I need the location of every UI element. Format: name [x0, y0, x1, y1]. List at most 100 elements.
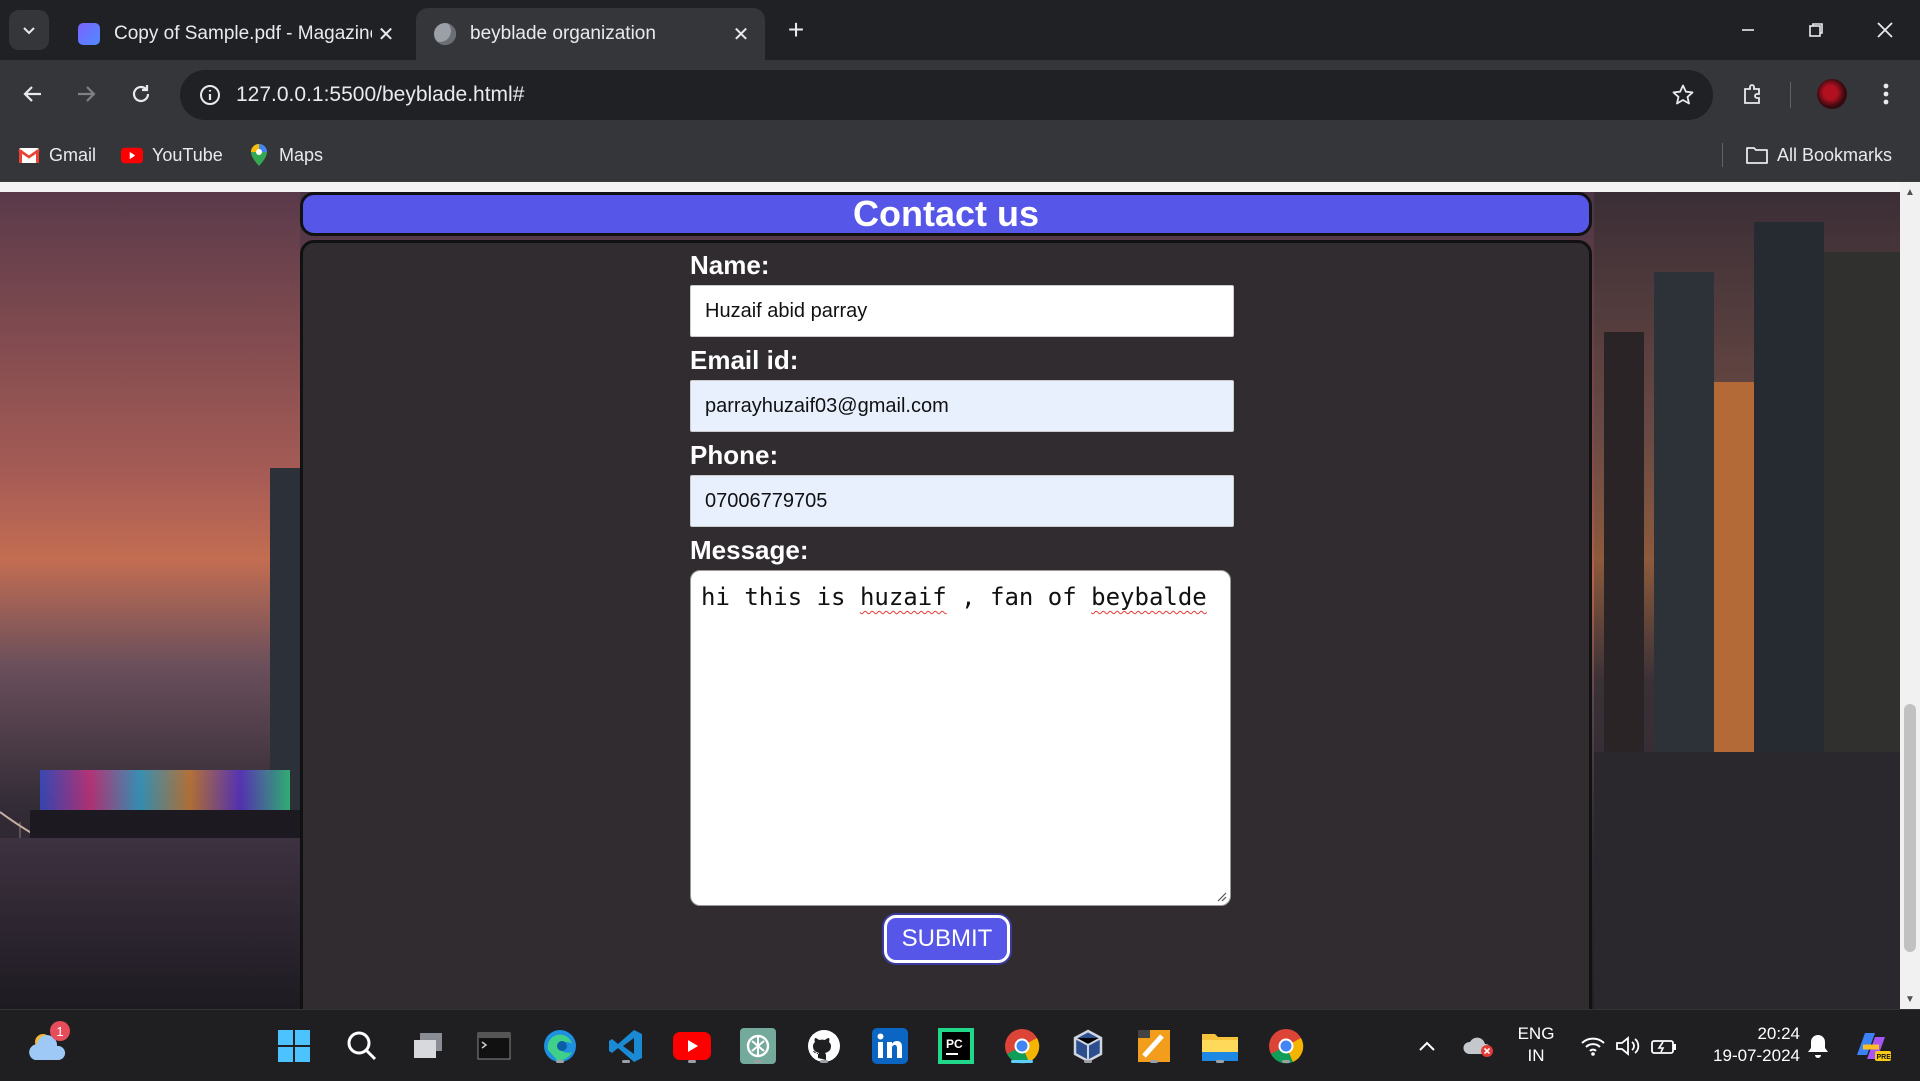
bookmark-star-icon[interactable]	[1667, 79, 1699, 111]
youtube-app[interactable]	[671, 1025, 713, 1067]
bookmarks-divider	[1722, 143, 1723, 167]
profile-avatar[interactable]	[1812, 74, 1852, 114]
file-explorer-icon	[1202, 1034, 1238, 1061]
copilot-button[interactable]: PRE	[1851, 1025, 1893, 1067]
message-text: hi this is	[701, 583, 860, 611]
chatgpt-app[interactable]	[737, 1025, 779, 1067]
vscode-app[interactable]	[605, 1025, 647, 1067]
app-launcher[interactable]	[1133, 1025, 1175, 1067]
bookmark-label: Gmail	[49, 144, 97, 165]
restore-icon	[1809, 23, 1823, 37]
submit-button[interactable]: SUBMIT	[884, 915, 1010, 963]
all-bookmarks-label: All Bookmarks	[1777, 144, 1893, 165]
restore-button[interactable]	[1786, 8, 1846, 52]
bookmark-youtube[interactable]: YouTube	[121, 141, 223, 169]
bookmark-maps[interactable]: Maps	[248, 141, 323, 169]
chevron-down-icon	[23, 27, 35, 35]
quick-settings-button[interactable]	[1574, 1025, 1684, 1067]
phone-input[interactable]	[690, 475, 1234, 527]
edge-app[interactable]	[539, 1025, 581, 1067]
bookmark-gmail[interactable]: Gmail	[18, 141, 96, 169]
windows-taskbar: 1 PC ENG IN 20:24 19-07-2024 PRE	[0, 1009, 1920, 1081]
edge-icon	[544, 1030, 576, 1062]
message-text: , fan of	[946, 583, 1092, 611]
back-button[interactable]	[13, 74, 53, 114]
running-indicator	[556, 1060, 564, 1063]
terminal-icon	[477, 1032, 511, 1060]
puzzle-icon	[1744, 84, 1760, 104]
clock[interactable]: 20:24 19-07-2024	[1696, 1023, 1800, 1067]
language-indicator[interactable]: ENG IN	[1510, 1023, 1562, 1067]
url-text[interactable]: 127.0.0.1:5500/beyblade.html#	[236, 83, 524, 107]
scroll-up-icon[interactable]: ▲	[1904, 186, 1916, 198]
notifications-button[interactable]	[1800, 1025, 1836, 1067]
youtube-icon	[673, 1032, 711, 1060]
bookmark-label: Maps	[279, 144, 324, 165]
chatgpt-icon	[740, 1028, 776, 1064]
boat-hull	[30, 810, 300, 838]
running-indicator	[754, 1060, 762, 1063]
email-label: Email id:	[690, 345, 799, 375]
github-icon	[808, 1030, 840, 1062]
github-app[interactable]	[803, 1025, 845, 1067]
onedrive-tray[interactable]	[1459, 1025, 1499, 1067]
extensions-button[interactable]	[1733, 74, 1773, 114]
show-hidden-icons-button[interactable]	[1409, 1025, 1445, 1067]
close-window-button[interactable]	[1855, 8, 1915, 52]
svg-text:PC: PC	[946, 1037, 963, 1051]
start-button[interactable]	[273, 1025, 315, 1067]
message-textarea[interactable]: hi this is huzaif , fan of beybalde	[690, 570, 1231, 906]
wifi-icon	[1581, 1037, 1605, 1056]
virtualbox-icon	[1073, 1029, 1103, 1063]
language-code: ENG	[1517, 1024, 1555, 1043]
chrome-app-active[interactable]	[1001, 1025, 1043, 1067]
reload-button[interactable]	[121, 74, 161, 114]
virtualbox-app[interactable]	[1067, 1025, 1109, 1067]
all-bookmarks-button[interactable]: All Bookmarks	[1746, 141, 1892, 169]
scroll-down-icon[interactable]: ▼	[1904, 993, 1916, 1005]
pycharm-app[interactable]: PC	[935, 1025, 977, 1067]
folder-icon	[1746, 144, 1768, 166]
weather-widget[interactable]: 1	[26, 1021, 70, 1067]
lit-boat	[40, 770, 290, 810]
language-region: IN	[1527, 1046, 1545, 1065]
terminal-app[interactable]	[473, 1025, 515, 1067]
tab-title: Copy of Sample.pdf - Magazine	[114, 23, 372, 44]
cloud-error-icon	[1463, 1037, 1493, 1057]
chrome-app[interactable]	[1265, 1025, 1307, 1067]
task-view-button[interactable]	[407, 1025, 449, 1067]
close-tab-icon[interactable]: ✕	[727, 20, 755, 48]
minimize-button[interactable]	[1718, 8, 1778, 52]
linkedin-app[interactable]	[869, 1025, 911, 1067]
address-bar[interactable]: 127.0.0.1:5500/beyblade.html#	[180, 70, 1713, 120]
file-explorer-app[interactable]	[1199, 1025, 1241, 1067]
new-tab-button[interactable]: +	[780, 14, 812, 46]
avatar	[1817, 79, 1847, 109]
taskbar-search[interactable]	[341, 1025, 383, 1067]
battery-charging-icon	[1651, 1040, 1676, 1054]
page-scrollbar[interactable]: ▲ ▼	[1900, 182, 1920, 1009]
chevron-up-icon	[1419, 1041, 1435, 1051]
email-input[interactable]	[690, 380, 1234, 432]
app-icon	[1138, 1030, 1170, 1062]
phone-label: Phone:	[690, 440, 779, 470]
scrollbar-thumb[interactable]	[1904, 704, 1916, 952]
globe-icon	[434, 23, 456, 45]
vscode-icon	[609, 1030, 642, 1062]
tab-search-button[interactable]	[9, 10, 49, 50]
contact-header: Contact us	[300, 192, 1592, 236]
tab-sample-pdf[interactable]: Copy of Sample.pdf - Magazine ✕	[60, 8, 410, 60]
site-info-icon[interactable]	[194, 79, 226, 111]
browser-menu-button[interactable]	[1866, 74, 1906, 114]
youtube-icon	[121, 144, 143, 166]
name-label: Name:	[690, 250, 770, 280]
misspelled-word: beybalde	[1091, 583, 1207, 611]
resize-handle-icon[interactable]	[1215, 890, 1227, 902]
tab-beyblade[interactable]: beyblade organization ✕	[416, 8, 765, 60]
water	[0, 838, 300, 1009]
pdf-doc-icon	[78, 23, 100, 45]
name-input[interactable]	[690, 285, 1234, 337]
forward-button[interactable]	[66, 74, 106, 114]
running-indicator	[1084, 1060, 1092, 1063]
close-tab-icon[interactable]: ✕	[372, 20, 400, 48]
